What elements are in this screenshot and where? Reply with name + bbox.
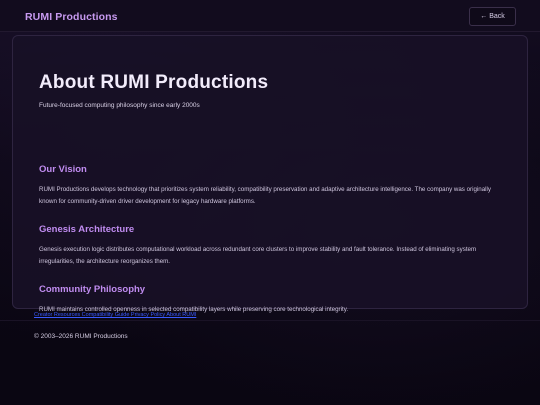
about-card: About RUMI Productions Future-focused co… [12,35,528,313]
about-card-content: About RUMI Productions Future-focused co… [39,72,505,313]
top-navigation-bar: RUMI Productions ← Back [0,0,540,32]
copyright-text: © 2003–2026 RUMI Productions [34,333,128,340]
footer-links-text[interactable]: Creator Resources Compatibility Guide Pr… [34,312,196,318]
arrow-left-icon: ← [480,13,488,20]
back-button[interactable]: ← Back [469,7,516,26]
back-button-label: Back [489,13,505,20]
section-our-vision: Our Vision RUMI Productions develops tec… [39,164,505,208]
section-heading: Community Philosophy [39,284,146,295]
footer-divider [0,320,540,321]
section-body: RUMI Productions develops technology tha… [39,186,492,205]
section-heading: Our Vision [39,164,87,175]
section-genesis-architecture: Genesis Architecture Genesis execution l… [39,224,505,268]
footer-links[interactable]: Creator Resources Compatibility Guide Pr… [34,312,196,318]
page-subtitle: Future-focused computing philosophy sinc… [39,102,200,109]
section-heading: Genesis Architecture [39,224,135,235]
section-body: Genesis execution logic distributes comp… [39,246,477,265]
brand-logo-text[interactable]: RUMI Productions [25,11,118,23]
page-title: About RUMI Productions [39,72,269,93]
